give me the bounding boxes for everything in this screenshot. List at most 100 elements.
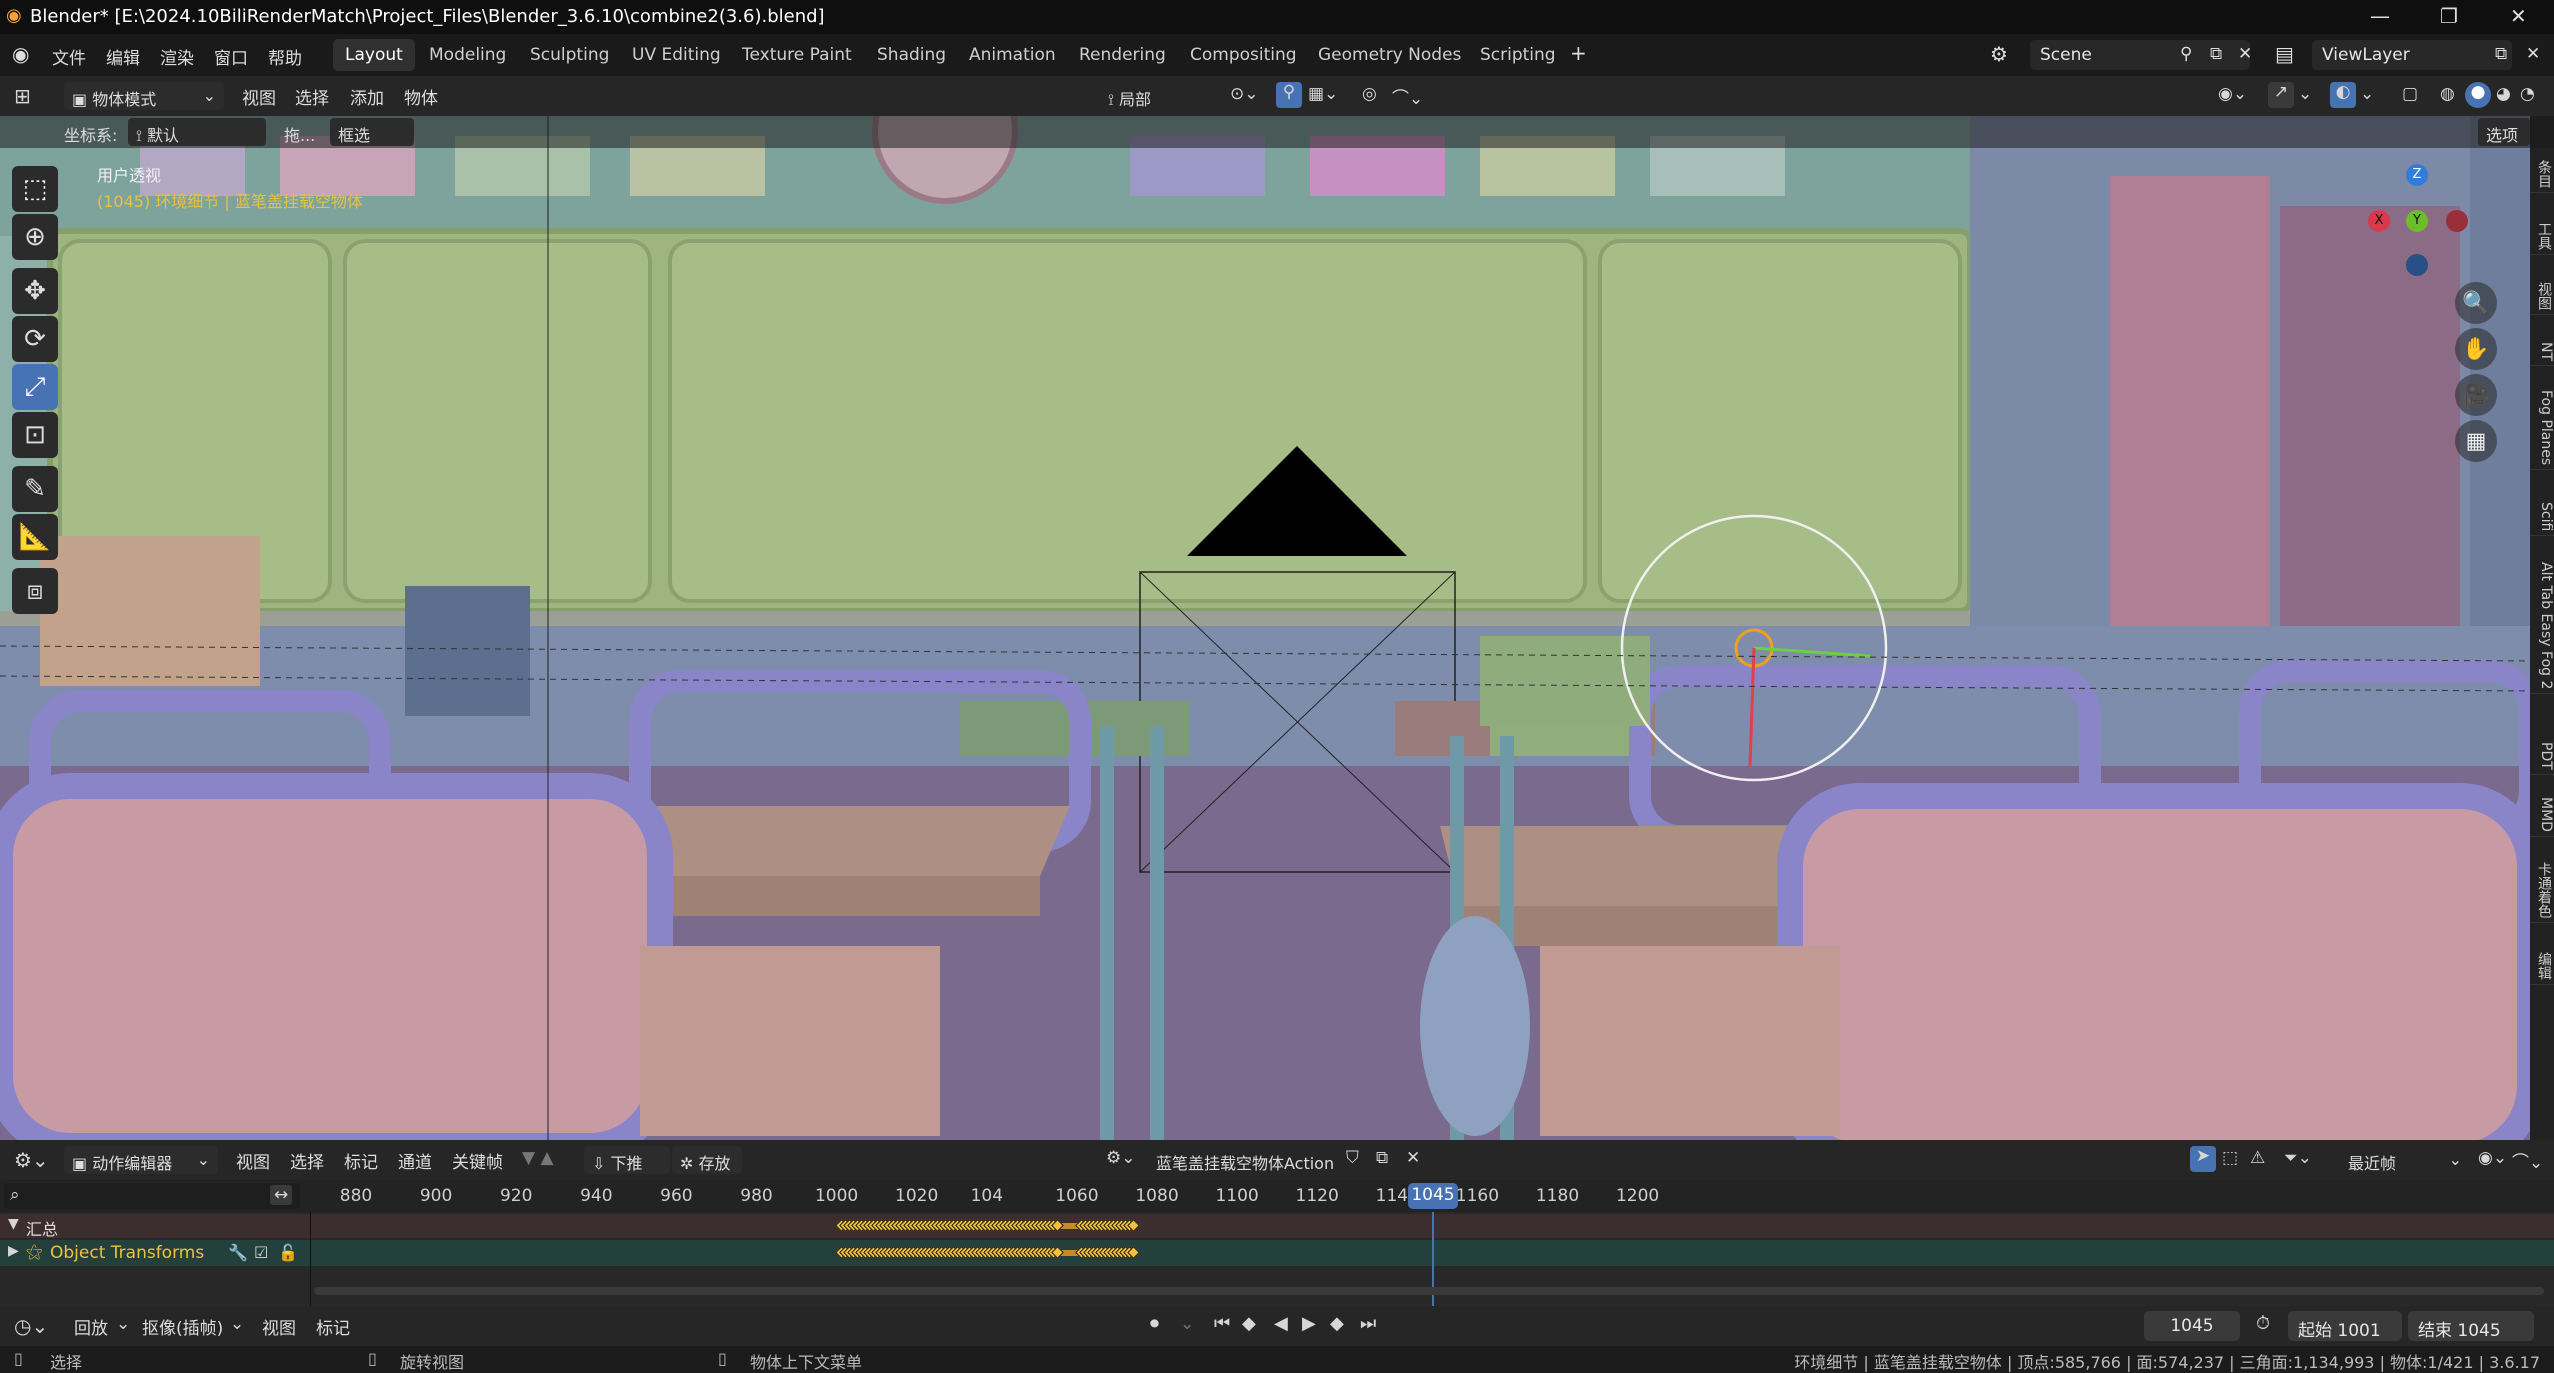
annotate-tool[interactable]: ✎ — [12, 466, 58, 512]
dopesheet-mode-dropdown[interactable]: ▣ 动作编辑器 ⌄ — [64, 1146, 218, 1174]
gizmo-x-axis[interactable]: X — [2368, 210, 2390, 232]
tab-modeling[interactable]: Modeling — [417, 39, 518, 71]
tab-texture-paint[interactable]: Texture Paint — [730, 39, 864, 71]
cursor-tool[interactable]: ⊕ — [12, 214, 58, 260]
mode-dropdown[interactable]: ▣ 物体模式 ⌄ — [64, 82, 224, 110]
gizmo-neg-x[interactable] — [2446, 210, 2468, 232]
pivot-point-icon[interactable]: ⊙⌄ — [1230, 84, 1259, 104]
end-frame-field[interactable]: 结束 1045 — [2408, 1311, 2534, 1341]
new-view-layer-icon[interactable]: ⧉ — [2495, 44, 2507, 64]
next-keyframe-icon[interactable]: ◆ — [1330, 1313, 1344, 1334]
add-workspace-icon[interactable]: + — [1570, 41, 1587, 65]
select-box-tool[interactable]: ⬚ — [12, 166, 58, 212]
push-down-button[interactable]: ⇩ 下推 — [584, 1146, 670, 1174]
proportional-edit-icon[interactable]: ◎ — [1362, 84, 1377, 104]
sidebar-tab-fog-planes[interactable]: Fog Planes — [2530, 386, 2554, 471]
scale-tool[interactable]: ⤢ — [12, 364, 58, 410]
prev-keyframe-icon[interactable]: ◆ — [1242, 1313, 1256, 1334]
falloff-icon[interactable]: ⌒⌄ — [1392, 84, 1423, 109]
menu-view[interactable]: 视图 — [242, 84, 276, 109]
menu-add[interactable]: 添加 — [350, 84, 384, 109]
tab-scripting[interactable]: Scripting — [1468, 39, 1568, 71]
channel-checkbox[interactable]: ☑ — [254, 1243, 268, 1262]
tab-rendering[interactable]: Rendering — [1067, 39, 1178, 71]
gizmo-neg-z[interactable] — [2406, 254, 2428, 276]
minimize-button[interactable]: — — [2370, 4, 2390, 28]
swap-icon[interactable]: ↔ — [270, 1185, 293, 1205]
menu-edit[interactable]: 编辑 — [106, 44, 140, 69]
sidebar-tab-toon[interactable]: 卡通着色 — [2530, 858, 2554, 923]
zoom-icon[interactable]: 🔍 — [2455, 282, 2497, 324]
tab-sculpting[interactable]: Sculpting — [518, 39, 621, 71]
tab-shading[interactable]: Shading — [865, 39, 958, 71]
ds-menu-view[interactable]: 视图 — [236, 1148, 270, 1173]
camera-view-icon[interactable]: 🎥 — [2455, 374, 2497, 416]
menu-select[interactable]: 选择 — [295, 84, 329, 109]
jump-start-icon[interactable]: ⏮ — [1214, 1313, 1230, 1334]
material-shading-icon[interactable]: ◕ — [2496, 84, 2511, 104]
object-transforms-row[interactable]: ▶ ⚝ Object Transforms 🔧 ☑ 🔓 — [0, 1240, 2554, 1266]
horizontal-scrollbar[interactable] — [314, 1287, 2544, 1295]
sidebar-tab-pdt[interactable]: PDT — [2530, 738, 2554, 775]
close-button[interactable]: ✕ — [2510, 4, 2527, 28]
proportional-icon[interactable]: ◉⌄ — [2478, 1148, 2507, 1168]
ds-menu-key[interactable]: 关键帧 — [452, 1148, 503, 1173]
sidebar-tab-mmd[interactable]: MMD — [2530, 793, 2554, 837]
stopwatch-icon[interactable]: ⏱ — [2256, 1313, 2270, 1334]
menu-help[interactable]: 帮助 — [268, 44, 302, 69]
tl-menu-view[interactable]: 视图 — [262, 1314, 296, 1339]
gizmo-y-axis[interactable]: Y — [2406, 210, 2428, 232]
channel-search-field[interactable]: ⌕ ↔ — [4, 1183, 300, 1209]
wrench-icon[interactable]: 🔧 — [228, 1243, 248, 1262]
solid-shading-icon[interactable]: ● — [2465, 82, 2491, 108]
frame-ruler[interactable]: ⌕ ↔ 880 900 920 940 960 980 1000 1020 104 1060 108… — [0, 1180, 2554, 1212]
expand-icon[interactable]: ▼ — [8, 1216, 19, 1232]
tab-geometry-nodes[interactable]: Geometry Nodes — [1306, 39, 1473, 71]
perspective-grid-icon[interactable]: ▦ — [2455, 420, 2497, 462]
xray-icon[interactable]: ▢ — [2402, 84, 2418, 104]
move-tool[interactable]: ✥ — [12, 268, 58, 314]
editor-type-icon[interactable]: ⊞ — [14, 84, 31, 108]
dopesheet-editor-icon[interactable]: ⚙⌄ — [14, 1148, 49, 1172]
only-errors-icon[interactable]: ⚠ — [2250, 1148, 2265, 1168]
play-reverse-icon[interactable]: ◀ — [1274, 1313, 1288, 1334]
sidebar-tab-nt[interactable]: NT — [2530, 338, 2554, 367]
view-layer-field[interactable]: ViewLayer — [2312, 40, 2512, 70]
snap-toggle-icon[interactable]: ⚲ — [1276, 82, 1302, 108]
menu-window[interactable]: 窗口 — [214, 44, 248, 69]
options-button[interactable]: 选项 — [2478, 118, 2530, 146]
rendered-shading-icon[interactable]: ◔ — [2520, 84, 2535, 104]
tab-layout[interactable]: Layout — [333, 39, 415, 71]
view-layer-icon[interactable]: ▤ — [2275, 42, 2294, 66]
scene-selector-icon[interactable]: ⚙ — [1990, 42, 2008, 66]
gizmo-toggle-icon[interactable]: ↗ — [2268, 82, 2294, 108]
delete-view-layer-icon[interactable]: ✕ — [2526, 44, 2540, 64]
sidebar-tab-view[interactable]: 视图 — [2530, 278, 2554, 315]
measure-tool[interactable]: 📐 — [12, 514, 58, 560]
snap-target-icon[interactable]: ▦⌄ — [1308, 84, 1338, 104]
action-browse-icon[interactable]: ⚙⌄ — [1106, 1148, 1135, 1168]
fake-user-icon[interactable]: ⛉ — [1346, 1148, 1359, 1168]
timeline-editor-icon[interactable]: ◷⌄ — [14, 1314, 48, 1338]
layer-down-icon[interactable]: ▼ ▲ — [522, 1148, 554, 1168]
collapse-icon[interactable]: ▶ — [8, 1243, 19, 1259]
3d-viewport[interactable]: 用户透视 (1045) 环境细节 | 蓝笔盖挂载空物体 ⬚ ⊕ ✥ ⟳ ⤢ ⊡ … — [0, 116, 2530, 1140]
start-frame-field[interactable]: 起始 1001 — [2288, 1311, 2402, 1341]
current-frame-field[interactable]: 1045 — [2144, 1311, 2240, 1341]
overlay-toggle-icon[interactable]: ◐ — [2330, 82, 2356, 108]
pan-hand-icon[interactable]: ✋ — [2455, 328, 2497, 370]
navigation-gizmo[interactable]: Z Y X — [2368, 164, 2468, 276]
summary-row[interactable]: ▼ 汇总 — [0, 1214, 2554, 1239]
show-hidden-icon[interactable]: ⬚ — [2222, 1148, 2238, 1168]
sidebar-tab-edit[interactable]: 编辑 — [2530, 948, 2554, 985]
record-icon[interactable]: ⏺ — [1150, 1313, 1159, 1334]
sidebar-tab-alt-tab-fog[interactable]: Alt Tab Easy Fog 2 — [2530, 558, 2554, 695]
transform-tool[interactable]: ⊡ — [12, 412, 58, 458]
menu-object[interactable]: 物体 — [404, 84, 438, 109]
lock-icon[interactable]: 🔓 — [278, 1243, 298, 1262]
drag-dropdown[interactable]: 框选 — [330, 118, 414, 146]
pin-icon[interactable]: ⚲ — [2180, 44, 2192, 64]
menu-render[interactable]: 渲染 — [160, 44, 194, 69]
action-name-field[interactable]: 蓝笔盖挂载空物体Action — [1148, 1146, 1338, 1174]
wireframe-shading-icon[interactable]: ◍ — [2440, 84, 2455, 104]
